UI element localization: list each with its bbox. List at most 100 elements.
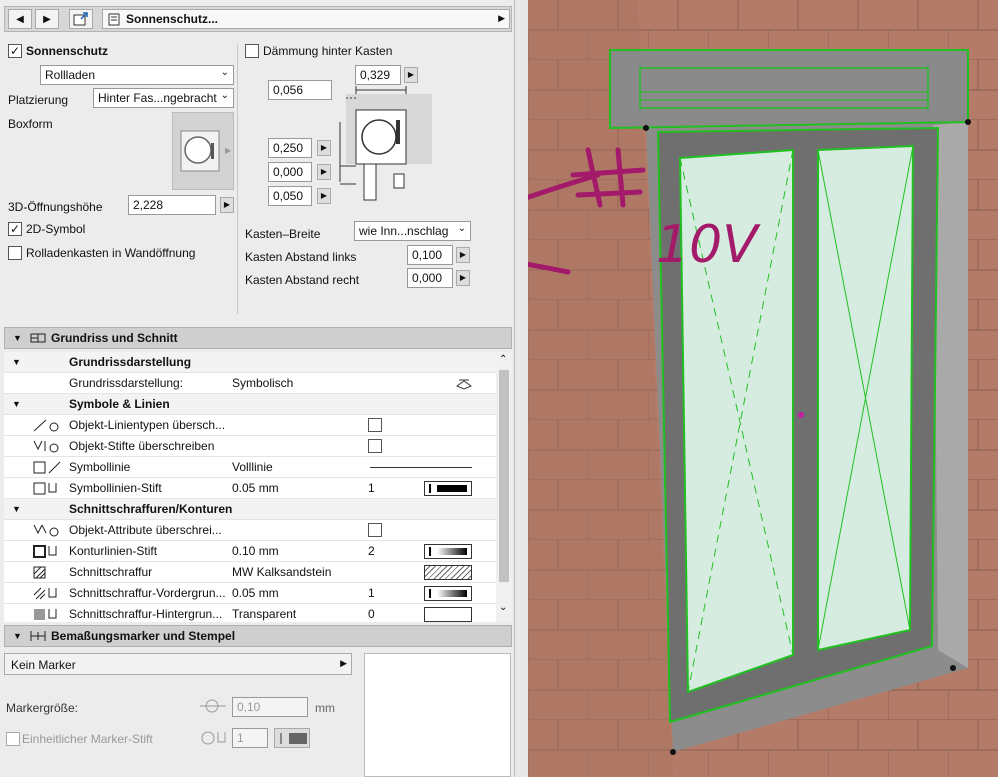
shading-type-select[interactable]: Rollladen ⌄	[40, 65, 234, 85]
row-label: Symbollinien-Stift	[69, 481, 162, 495]
dim-a-stepper[interactable]: ▶	[317, 140, 331, 156]
scroll-up-icon[interactable]: ⌃	[499, 354, 507, 365]
marker-type-value: Kein Marker	[11, 658, 76, 672]
dim-a-input[interactable]: 0,250	[268, 138, 312, 158]
plan-view-icon[interactable]	[456, 376, 472, 390]
hatch-bg-icon	[34, 609, 57, 620]
marker-size-input[interactable]: 0,10	[232, 697, 308, 717]
hatch-swatch[interactable]	[424, 565, 472, 580]
row-value: MW Kalksandstein	[232, 565, 332, 579]
pen-swatch[interactable]	[424, 586, 472, 601]
marker-size-icon	[200, 699, 226, 713]
dim-c-stepper[interactable]: ▶	[317, 188, 331, 204]
oeffnungshoehe-stepper[interactable]: ▶	[220, 197, 234, 213]
grundriss-section-header[interactable]: ▼ Grundriss und Schnitt	[4, 327, 512, 349]
panel-title: Sonnenschutz...	[126, 12, 219, 26]
marker-size-label: Markergröße:	[6, 701, 79, 715]
abstand-links-label: Kasten Abstand links	[245, 250, 357, 264]
table-row[interactable]: Symbollinien-Stift 0.05 mm 1	[4, 478, 496, 499]
dim-c-input[interactable]: 0,050	[268, 186, 312, 206]
override-checkbox[interactable]	[368, 418, 382, 432]
table-row[interactable]: Objekt-Stifte überschreiben	[4, 436, 496, 457]
marker-type-select[interactable]: Kein Marker ▶	[4, 653, 352, 675]
pen-number: 0	[368, 607, 375, 621]
kasten-breite-select[interactable]: wie Inn...nschlag ⌄	[354, 221, 471, 241]
marker-pen-swatch[interactable]	[274, 728, 310, 748]
dim-top-stepper[interactable]: ▶	[404, 67, 418, 83]
pen-swatch[interactable]	[424, 481, 472, 496]
table-row[interactable]: Konturlinien-Stift 0.10 mm 2	[4, 541, 496, 562]
scroll-thumb[interactable]	[499, 370, 509, 582]
platzierung-label: Platzierung	[8, 93, 69, 107]
pen-swatch[interactable]	[424, 544, 472, 559]
table-row[interactable]: Symbollinie Volllinie	[4, 457, 496, 478]
export-icon	[73, 12, 88, 26]
marker-pen-input[interactable]: 1	[232, 728, 268, 748]
list-group-schnittschraffuren[interactable]: ▼ Schnittschraffuren/Konturen	[4, 499, 496, 520]
kasten-breite-value: wie Inn...nschlag	[359, 224, 449, 238]
pen-swatch[interactable]	[424, 607, 472, 622]
section-title-bar[interactable]: Sonnenschutz... ▶	[102, 9, 510, 29]
daemmung-label: Dämmung hinter Kasten	[263, 44, 393, 58]
abstand-rechts-input[interactable]: 0,000	[407, 268, 453, 288]
override-checkbox[interactable]	[368, 439, 382, 453]
oeffnungshoehe-input[interactable]: 2,228	[128, 195, 216, 215]
abstand-links-input[interactable]: 0,100	[407, 245, 453, 265]
pen-override-icon	[33, 440, 59, 453]
override-checkbox[interactable]	[368, 523, 382, 537]
table-row[interactable]: Objekt-Linientypen übersch...	[4, 415, 496, 436]
daemmung-checkbox[interactable]	[245, 44, 259, 58]
wandoeffnung-label: Rolladenkasten in Wandöffnung	[26, 246, 196, 260]
annotation-text: 10V	[656, 215, 761, 275]
forward-button[interactable]: ▶	[35, 9, 59, 29]
hatch-fg-icon	[33, 587, 57, 600]
symbol-pen-icon	[33, 482, 57, 495]
abstand-links-stepper[interactable]: ▶	[456, 247, 470, 263]
pen-number: 2	[368, 544, 375, 558]
table-row[interactable]: Schnittschraffur MW Kalksandstein	[4, 562, 496, 583]
dim-b-input[interactable]: 0,000	[268, 162, 312, 182]
attribute-override-icon	[33, 524, 59, 537]
platzierung-select[interactable]: Hinter Fas...ngebracht ⌄	[93, 88, 234, 108]
line-type-icon	[33, 419, 59, 432]
collapse-triangle-icon: ▼	[13, 631, 22, 641]
list-group-grundrissdarstellung[interactable]: ▼ Grundrissdarstellung	[4, 352, 496, 373]
floor-plan-icon	[30, 333, 46, 343]
abstand-rechts-stepper[interactable]: ▶	[456, 270, 470, 286]
list-group-symbole-linien[interactable]: ▼ Symbole & Linien	[4, 394, 496, 415]
bemassung-section-title: Bemaßungsmarker und Stempel	[51, 629, 236, 643]
property-list-scrollbar[interactable]: ⌃ ⌄	[496, 352, 512, 622]
3d-viewport[interactable]: 10V	[528, 0, 998, 777]
line-preview	[370, 467, 472, 468]
table-row[interactable]: Schnittschraffur-Vordergrun... 0.05 mm 1	[4, 583, 496, 604]
bemassung-section-header[interactable]: ▼ Bemaßungsmarker und Stempel	[4, 625, 512, 647]
chevron-right-icon: ▶	[498, 13, 505, 23]
chevron-right-icon: ▶	[340, 658, 347, 668]
sonnenschutz-checkbox[interactable]: ✓	[8, 44, 22, 58]
table-row[interactable]: Objekt-Attribute überschrei...	[4, 520, 496, 541]
favorites-button[interactable]	[69, 9, 93, 29]
symbol2d-checkbox[interactable]: ✓	[8, 222, 22, 236]
hatch-icon	[33, 566, 46, 579]
dim-left-input[interactable]: 0,056	[268, 80, 332, 100]
row-value: 0.05 mm	[232, 586, 279, 600]
group-label: Schnittschraffuren/Konturen	[69, 502, 233, 516]
chevron-right-icon: ▶	[43, 13, 51, 25]
back-button[interactable]: ◀	[8, 9, 32, 29]
settings-panel: ◀ ▶ Sonnenschutz... ▶ ✓ Sonnenschutz Rol…	[0, 0, 515, 777]
scroll-down-icon[interactable]: ⌄	[499, 602, 507, 613]
table-row[interactable]: Grundrissdarstellung: Symbolisch	[4, 373, 496, 394]
sonnenschutz-label: Sonnenschutz	[26, 44, 109, 58]
row-label: Objekt-Attribute überschrei...	[69, 523, 222, 537]
boxform-preview[interactable]: ▶	[172, 112, 234, 190]
chevron-left-icon: ◀	[16, 13, 24, 25]
platzierung-value: Hinter Fas...ngebracht	[98, 91, 217, 105]
row-value: 0.10 mm	[232, 544, 279, 558]
table-row[interactable]: Schnittschraffur-Hintergrun... Transpare…	[4, 604, 496, 622]
marker-pen-checkbox[interactable]	[6, 732, 20, 746]
wandoeffnung-checkbox[interactable]	[8, 246, 22, 260]
group-label: Symbole & Linien	[69, 397, 170, 411]
dim-b-stepper[interactable]: ▶	[317, 164, 331, 180]
row-label: Objekt-Stifte überschreiben	[69, 439, 215, 453]
svg-text:▶: ▶	[225, 146, 232, 155]
